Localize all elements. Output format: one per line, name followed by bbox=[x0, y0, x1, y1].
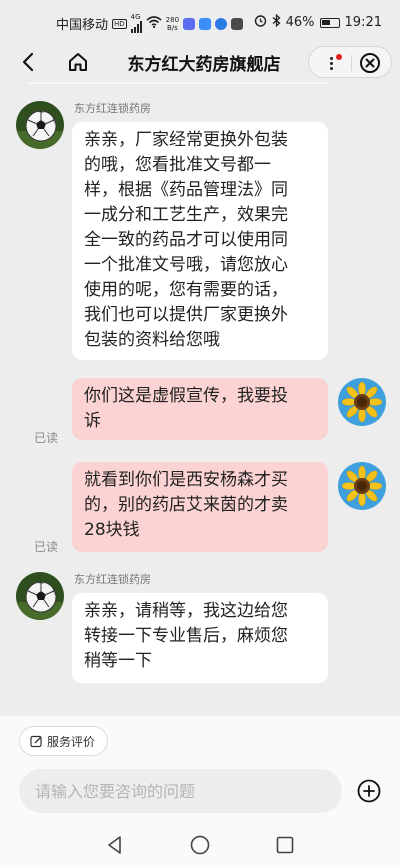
message-line: 一成分和工艺生产，效果完 bbox=[84, 205, 288, 225]
bluetooth-icon bbox=[272, 13, 281, 31]
status-right: 46% 19:21 bbox=[254, 13, 382, 31]
battery-icon bbox=[319, 17, 340, 28]
page-title: 东方红大药房旗舰店 bbox=[127, 55, 281, 75]
app-notification-icon bbox=[231, 17, 244, 30]
sender-name: 东方红连锁药房 bbox=[74, 102, 151, 115]
close-button[interactable] bbox=[359, 52, 381, 74]
message-line: 稍等一下 bbox=[84, 651, 152, 671]
status-bar: 中国移动 HD 4G 280 B/s 46% 19:21 bbox=[0, 0, 400, 44]
notification-dot bbox=[336, 54, 342, 60]
bottom-input-panel: 服务评价 bbox=[0, 716, 400, 822]
message-line: 我们也可以提供厂家更换外 bbox=[84, 305, 288, 325]
message-line: 样，根据《药品管理法》同 bbox=[84, 180, 288, 200]
message-bubble-outgoing[interactable]: 你们这是虚假宣传，我要投 诉 bbox=[72, 378, 328, 440]
message-line: 亲亲，请稍等，我这边给您 bbox=[84, 601, 288, 621]
message-bubble-incoming[interactable]: 亲亲，厂家经常更换外包装 的哦，您看批准文号都一 样，根据《药品管理法》同 一成… bbox=[72, 122, 328, 360]
message-line: 包装的资料给您哦 bbox=[84, 330, 220, 350]
sender-name: 东方红连锁药房 bbox=[74, 573, 151, 586]
cell-signal-icon: 4G bbox=[130, 13, 142, 33]
triangle-back-icon bbox=[108, 836, 121, 854]
battery-percent: 46% bbox=[285, 15, 315, 30]
system-recents-button[interactable] bbox=[274, 834, 296, 856]
message-line: 亲亲，厂家经常更换外包装 bbox=[84, 130, 288, 150]
message-input[interactable] bbox=[19, 769, 342, 813]
add-attachment-button[interactable] bbox=[356, 778, 382, 804]
app-notification-icon bbox=[199, 17, 212, 30]
mini-program-capsule bbox=[308, 46, 392, 78]
message-line: 一个批准文号哦，请您放心 bbox=[84, 255, 288, 275]
back-button[interactable] bbox=[14, 48, 42, 76]
home-button[interactable] bbox=[64, 48, 92, 76]
message-line: 全一致的药品才可以使用同 bbox=[84, 230, 288, 250]
circle-home-icon bbox=[190, 835, 210, 855]
net-speed-value: 280 bbox=[165, 15, 180, 24]
system-navigation-bar bbox=[0, 822, 400, 867]
message-line: 28块钱 bbox=[84, 520, 140, 540]
sunflower-avatar[interactable] bbox=[338, 378, 386, 426]
system-back-button[interactable] bbox=[104, 834, 126, 856]
service-rating-button[interactable]: 服务评价 bbox=[19, 726, 109, 756]
message-bubble-outgoing[interactable]: 就看到你们是西安杨森才买 的，别的药店艾来茵的才卖 28块钱 bbox=[72, 462, 328, 552]
carrier-label: 中国移动 bbox=[56, 18, 109, 33]
clock: 19:21 bbox=[344, 15, 382, 30]
app-notification-icon bbox=[183, 17, 196, 30]
soccer-ball-avatar[interactable] bbox=[16, 101, 64, 149]
wifi-icon bbox=[146, 15, 162, 32]
network-type-label: 4G bbox=[130, 13, 141, 21]
message-line: 诉 bbox=[84, 411, 101, 431]
system-home-button[interactable] bbox=[189, 834, 211, 856]
home-icon bbox=[69, 53, 87, 71]
message-line: 转接一下专业售后，麻烦您 bbox=[84, 626, 288, 646]
message-line: 的哦，您看批准文号都一 bbox=[84, 155, 271, 175]
message-line: 就看到你们是西安杨森才买 bbox=[84, 470, 288, 490]
message-line: 你们这是虚假宣传，我要投 bbox=[84, 386, 288, 406]
service-rating-label: 服务评价 bbox=[47, 734, 96, 749]
edit-icon bbox=[30, 735, 42, 747]
alarm-icon bbox=[254, 14, 267, 31]
message-line: 使用的呢，您有需要的话， bbox=[84, 280, 288, 300]
plus-circle-icon bbox=[357, 779, 381, 803]
close-circle-icon bbox=[360, 53, 380, 73]
capsule-divider bbox=[351, 55, 352, 71]
read-status: 已读 bbox=[34, 540, 59, 554]
square-recents-icon bbox=[276, 836, 294, 854]
message-line: 的，别的药店艾来茵的才卖 bbox=[84, 495, 288, 515]
status-left: 中国移动 HD 4G 280 B/s bbox=[56, 13, 244, 33]
hd-badge: HD bbox=[112, 18, 127, 29]
net-speed-unit: B/s bbox=[166, 23, 178, 32]
soccer-ball-avatar[interactable] bbox=[16, 572, 64, 620]
more-button[interactable] bbox=[319, 51, 343, 75]
sunflower-avatar[interactable] bbox=[338, 462, 386, 510]
net-speed: 280 B/s bbox=[166, 16, 179, 32]
top-nav-bar: 东方红大药房旗舰店 bbox=[0, 44, 400, 80]
chevron-left-icon bbox=[22, 52, 34, 72]
read-status: 已读 bbox=[34, 431, 59, 445]
message-bubble-incoming[interactable]: 亲亲，请稍等，我这边给您 转接一下专业售后，麻烦您 稍等一下 bbox=[72, 593, 328, 683]
app-notification-icon bbox=[215, 17, 228, 30]
scroll-edge-divider bbox=[28, 82, 328, 84]
